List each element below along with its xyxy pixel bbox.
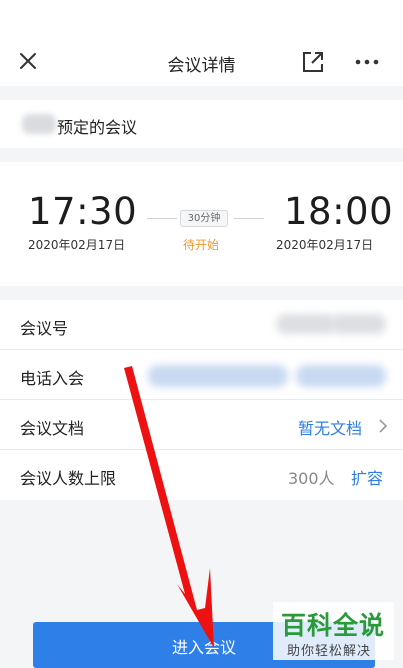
documents-link[interactable]: 暂无文档 xyxy=(298,415,362,439)
meeting-details: 会议号 电话入会 会议文档 暂无文档 会议人数上限 300人 扩容 xyxy=(0,300,403,500)
duration-badge: 30分钟 xyxy=(180,210,228,227)
end-date: 2020年02月17日 xyxy=(276,238,374,252)
dial-in-number-blurred[interactable] xyxy=(296,365,386,387)
end-time: 18:00 xyxy=(284,190,394,233)
documents-row[interactable]: 会议文档 暂无文档 xyxy=(0,400,403,450)
watermark: 百科全说 助你轻松解决 xyxy=(273,602,394,660)
page-title: 会议详情 xyxy=(167,56,236,76)
organizer-row: 预定的会议 xyxy=(0,100,403,148)
status-text: 待开始 xyxy=(183,238,220,252)
share-icon[interactable] xyxy=(302,51,324,73)
organizer-name-blurred xyxy=(22,114,56,134)
meeting-id-label: 会议号 xyxy=(20,319,69,338)
start-date: 2020年02月17日 xyxy=(28,238,126,252)
divider xyxy=(147,218,177,219)
dial-in-number-blurred[interactable] xyxy=(148,365,288,387)
meeting-id-blurred xyxy=(276,314,336,334)
meeting-id-blurred xyxy=(330,314,386,334)
chevron-right-icon xyxy=(379,419,388,433)
documents-label: 会议文档 xyxy=(20,419,85,438)
dial-in-label: 电话入会 xyxy=(20,369,85,388)
start-time: 17:30 xyxy=(28,190,138,233)
schedule-card: 17:30 2020年02月17日 30分钟 待开始 18:00 2020年02… xyxy=(0,162,403,286)
more-icon[interactable] xyxy=(355,57,379,67)
watermark-brand: 百科全说 xyxy=(281,611,386,640)
expand-capacity-link[interactable]: 扩容 xyxy=(351,465,383,489)
organizer-label: 预定的会议 xyxy=(57,118,138,137)
capacity-label: 会议人数上限 xyxy=(20,469,117,488)
capacity-row: 会议人数上限 300人 扩容 xyxy=(0,450,403,500)
dial-in-row[interactable]: 电话入会 xyxy=(0,350,403,400)
capacity-value: 300人 xyxy=(288,469,335,488)
watermark-slogan: 助你轻松解决 xyxy=(287,644,372,659)
divider xyxy=(234,218,264,219)
meeting-id-row[interactable]: 会议号 xyxy=(0,300,403,350)
top-bar: 会议详情 xyxy=(0,0,403,86)
